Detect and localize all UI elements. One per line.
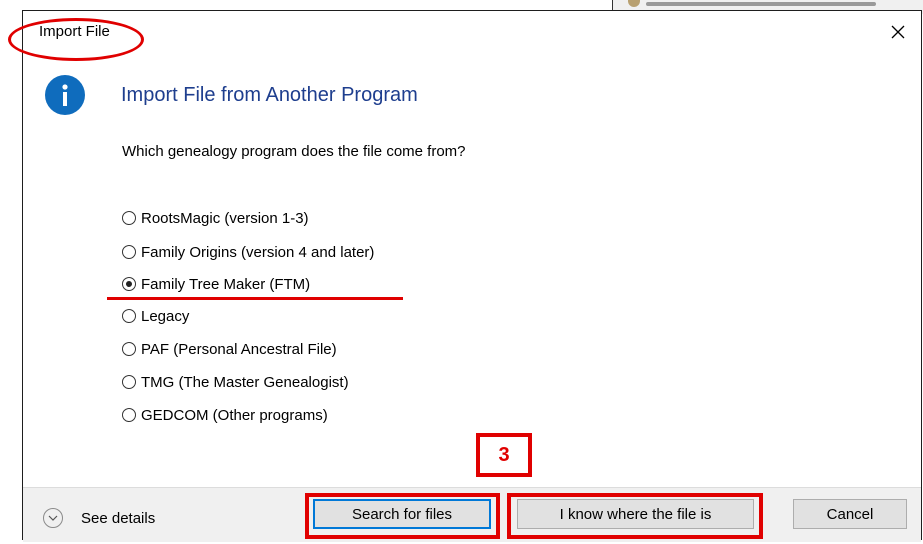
radio-button[interactable] (122, 342, 136, 356)
radio-button[interactable] (122, 375, 136, 389)
radio-label: Family Tree Maker (FTM) (141, 275, 311, 293)
radio-label: PAF (Personal Ancestral File) (141, 340, 337, 358)
search-button-highlight (305, 493, 500, 539)
radio-button-selected[interactable] (122, 277, 136, 291)
radio-label: Family Origins (version 4 and later) (141, 243, 375, 261)
radio-button[interactable] (122, 309, 136, 323)
radio-option-family-origins[interactable]: Family Origins (version 4 and later) (122, 239, 374, 265)
title-bar: Import File (23, 11, 921, 53)
dialog-heading: Import File from Another Program (121, 84, 418, 106)
selected-option-underline (107, 297, 403, 300)
see-details-toggle[interactable] (43, 508, 63, 528)
know-button-highlight (507, 493, 763, 539)
info-icon (45, 75, 85, 115)
radio-label: GEDCOM (Other programs) (141, 406, 328, 424)
close-icon (891, 25, 905, 39)
radio-label: RootsMagic (version 1-3) (141, 209, 309, 227)
cancel-button[interactable]: Cancel (793, 499, 907, 529)
radio-option-paf[interactable]: PAF (Personal Ancestral File) (122, 336, 337, 362)
radio-button[interactable] (122, 245, 136, 259)
radio-option-gedcom[interactable]: GEDCOM (Other programs) (122, 402, 328, 428)
background-panel-text (646, 2, 876, 6)
radio-label: Legacy (141, 307, 190, 325)
import-file-dialog: Import File Import File from Another Pro… (22, 10, 922, 542)
chevron-down-icon (48, 515, 58, 521)
radio-option-tmg[interactable]: TMG (The Master Genealogist) (122, 369, 349, 395)
title-highlight-ellipse (8, 18, 144, 61)
question-text: Which genealogy program does the file co… (122, 143, 466, 160)
radio-option-family-tree-maker[interactable]: Family Tree Maker (FTM) (122, 271, 310, 297)
radio-option-rootsmagic[interactable]: RootsMagic (version 1-3) (122, 205, 309, 231)
close-button[interactable] (875, 11, 921, 53)
radio-label: TMG (The Master Genealogist) (141, 373, 349, 391)
radio-button[interactable] (122, 211, 136, 225)
radio-option-legacy[interactable]: Legacy (122, 303, 189, 329)
see-details-label[interactable]: See details (81, 510, 155, 527)
radio-button[interactable] (122, 408, 136, 422)
step-number-badge: 3 (476, 433, 532, 477)
